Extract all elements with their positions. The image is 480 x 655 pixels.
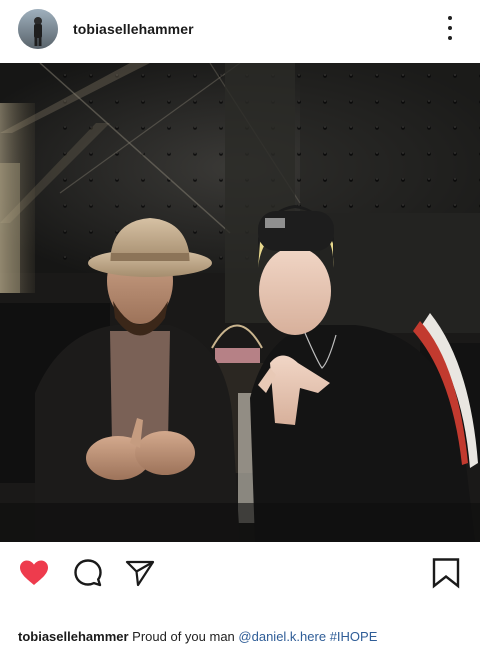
speech-bubble-icon[interactable] (72, 557, 104, 589)
caption-mention-link[interactable]: @daniel.k.here (238, 629, 326, 644)
instagram-post: tobiasellehammer tobiasellehammer Proud … (0, 0, 480, 655)
heart-filled-icon[interactable] (18, 557, 50, 589)
bookmark-icon[interactable] (430, 557, 462, 589)
avatar-image (18, 9, 58, 49)
post-photo[interactable] (0, 63, 480, 542)
paper-plane-icon[interactable] (124, 557, 156, 589)
caption-text: Proud of you man (132, 629, 235, 644)
caption-hashtag-link[interactable]: #IHOPE (330, 629, 378, 644)
more-vertical-icon (448, 16, 452, 20)
avatar[interactable] (18, 9, 58, 49)
post-caption: tobiasellehammer Proud of you man @danie… (18, 628, 468, 646)
photo-image (0, 63, 480, 542)
caption-username[interactable]: tobiasellehammer (18, 629, 129, 644)
post-username[interactable]: tobiasellehammer (73, 21, 194, 37)
post-header: tobiasellehammer (0, 0, 480, 58)
more-options-button[interactable] (442, 14, 458, 42)
action-bar (0, 542, 480, 602)
